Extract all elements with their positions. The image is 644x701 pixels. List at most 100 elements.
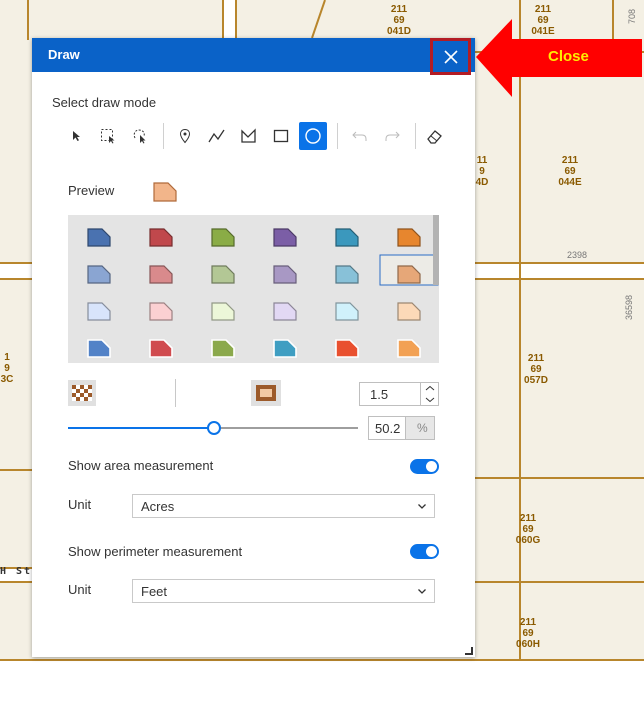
area-unit-value: Acres <box>141 499 175 514</box>
chevron-down-icon <box>418 589 426 594</box>
polyline-icon <box>208 129 225 143</box>
parcel-label-041d: 211 69 041D <box>387 4 411 37</box>
undo-icon <box>352 131 367 141</box>
palette-swatch[interactable] <box>211 339 235 358</box>
perimeter-unit-select[interactable]: Feet <box>132 579 435 603</box>
preview-swatch <box>153 182 177 202</box>
transparency-slider[interactable] <box>68 421 358 435</box>
palette-swatch[interactable] <box>149 339 173 358</box>
resize-handle-icon[interactable] <box>464 646 473 655</box>
palette-swatch[interactable] <box>87 302 111 321</box>
palette-swatch[interactable] <box>273 339 297 358</box>
road-number-label: 2398 <box>567 250 588 260</box>
palette-swatch[interactable] <box>149 228 173 247</box>
close-button[interactable] <box>430 38 471 75</box>
toggle-knob <box>426 546 437 557</box>
parcel-label-060h: 211 69 060H <box>516 617 540 650</box>
palette-swatch[interactable] <box>149 302 173 321</box>
outline-symbol-button[interactable] <box>251 380 281 406</box>
area-measurement-toggle[interactable] <box>410 459 439 474</box>
toggle-knob <box>426 461 437 472</box>
redo-button[interactable] <box>378 122 406 150</box>
chevron-up-icon[interactable] <box>421 383 439 394</box>
palette-swatch[interactable] <box>273 302 297 321</box>
fill-pattern-icon <box>72 385 92 401</box>
stroke-width-value: 1.5 <box>370 387 389 402</box>
palette-swatch[interactable] <box>335 228 359 247</box>
palette-swatch[interactable] <box>273 265 297 284</box>
transparency-input[interactable]: 50.2 <box>368 416 406 440</box>
palette-swatch[interactable] <box>211 265 235 284</box>
street-label: H St <box>0 566 33 577</box>
pointer-select-tool[interactable] <box>62 122 90 150</box>
palette-swatch[interactable] <box>335 339 359 358</box>
undo-button[interactable] <box>346 122 374 150</box>
redo-icon <box>385 131 400 141</box>
lasso-select-icon <box>133 129 146 144</box>
palette-swatch[interactable] <box>335 265 359 284</box>
close-callout-label: Close <box>548 48 589 65</box>
stroke-width-stepper[interactable]: 1.5 <box>359 382 439 406</box>
palette-swatch[interactable] <box>211 302 235 321</box>
eraser-icon <box>427 130 442 144</box>
area-unit-label: Unit <box>68 497 92 512</box>
freehand-polygon-icon <box>241 128 256 143</box>
point-tool[interactable] <box>171 122 199 150</box>
parcel-label-partial: 11 9 4D <box>475 155 489 188</box>
clear-button[interactable] <box>420 122 448 150</box>
circle-icon <box>305 128 321 144</box>
palette-scrollbar[interactable] <box>433 215 439 285</box>
transparency-value: 50.2 <box>375 421 401 436</box>
outline-swatch-icon <box>256 385 276 401</box>
parcel-label-044e: 211 69 044E <box>558 155 582 188</box>
area-unit-select[interactable]: Acres <box>132 494 435 518</box>
palette-swatch[interactable] <box>273 228 297 247</box>
rectangle-tool[interactable] <box>267 122 295 150</box>
slider-fill <box>68 427 214 429</box>
polyline-tool[interactable] <box>203 122 231 150</box>
circle-tool[interactable] <box>299 122 327 150</box>
stepper-controls <box>420 383 438 405</box>
toolbar-divider <box>415 123 416 149</box>
palette-swatch[interactable] <box>397 228 421 247</box>
palette-swatch[interactable] <box>397 302 421 321</box>
preview-label: Preview <box>68 183 115 198</box>
palette-swatch[interactable] <box>397 339 421 358</box>
percent-suffix: % <box>405 416 435 440</box>
point-icon <box>179 128 191 144</box>
draw-panel: Draw Select draw mode Preview 1.5 50.2 %… <box>32 38 475 657</box>
chevron-down-icon <box>418 504 426 509</box>
perimeter-unit-value: Feet <box>141 584 168 599</box>
parcel-label-left: 1 9 3C <box>0 352 14 385</box>
palette-swatch[interactable] <box>87 339 111 358</box>
fill-symbol-button[interactable] <box>68 380 96 406</box>
palette-swatch[interactable] <box>87 228 111 247</box>
palette-swatch[interactable] <box>335 302 359 321</box>
polygon-tool[interactable] <box>235 122 263 150</box>
toolbar-divider <box>337 123 338 149</box>
palette-swatch[interactable] <box>87 265 111 284</box>
panel-title: Draw <box>48 47 80 62</box>
area-measurement-label: Show area measurement <box>68 458 214 473</box>
pointer-select-icon <box>73 131 80 141</box>
perimeter-measurement-label: Show perimeter measurement <box>68 544 243 559</box>
symbol-palette <box>68 215 439 363</box>
road-number-vertical-label: 36598 <box>624 294 634 320</box>
palette-swatch[interactable] <box>149 265 173 284</box>
panel-header: Draw <box>32 38 475 72</box>
chevron-down-icon[interactable] <box>421 394 439 405</box>
lasso-select-tool[interactable] <box>126 122 154 150</box>
rectangle-select-icon <box>101 129 115 144</box>
perimeter-unit-label: Unit <box>68 582 92 597</box>
rectangle-icon <box>273 129 289 143</box>
divider <box>175 379 176 407</box>
palette-swatch[interactable] <box>211 228 235 247</box>
close-icon <box>443 49 458 64</box>
draw-mode-label: Select draw mode <box>52 95 157 110</box>
perimeter-measurement-toggle[interactable] <box>410 544 439 559</box>
toolbar-divider <box>163 123 164 149</box>
parcel-label-057d: 211 69 057D <box>524 353 548 386</box>
parcel-label-060g: 211 69 060G <box>515 513 541 546</box>
slider-handle[interactable] <box>206 421 221 435</box>
rectangle-select-tool[interactable] <box>94 122 122 150</box>
